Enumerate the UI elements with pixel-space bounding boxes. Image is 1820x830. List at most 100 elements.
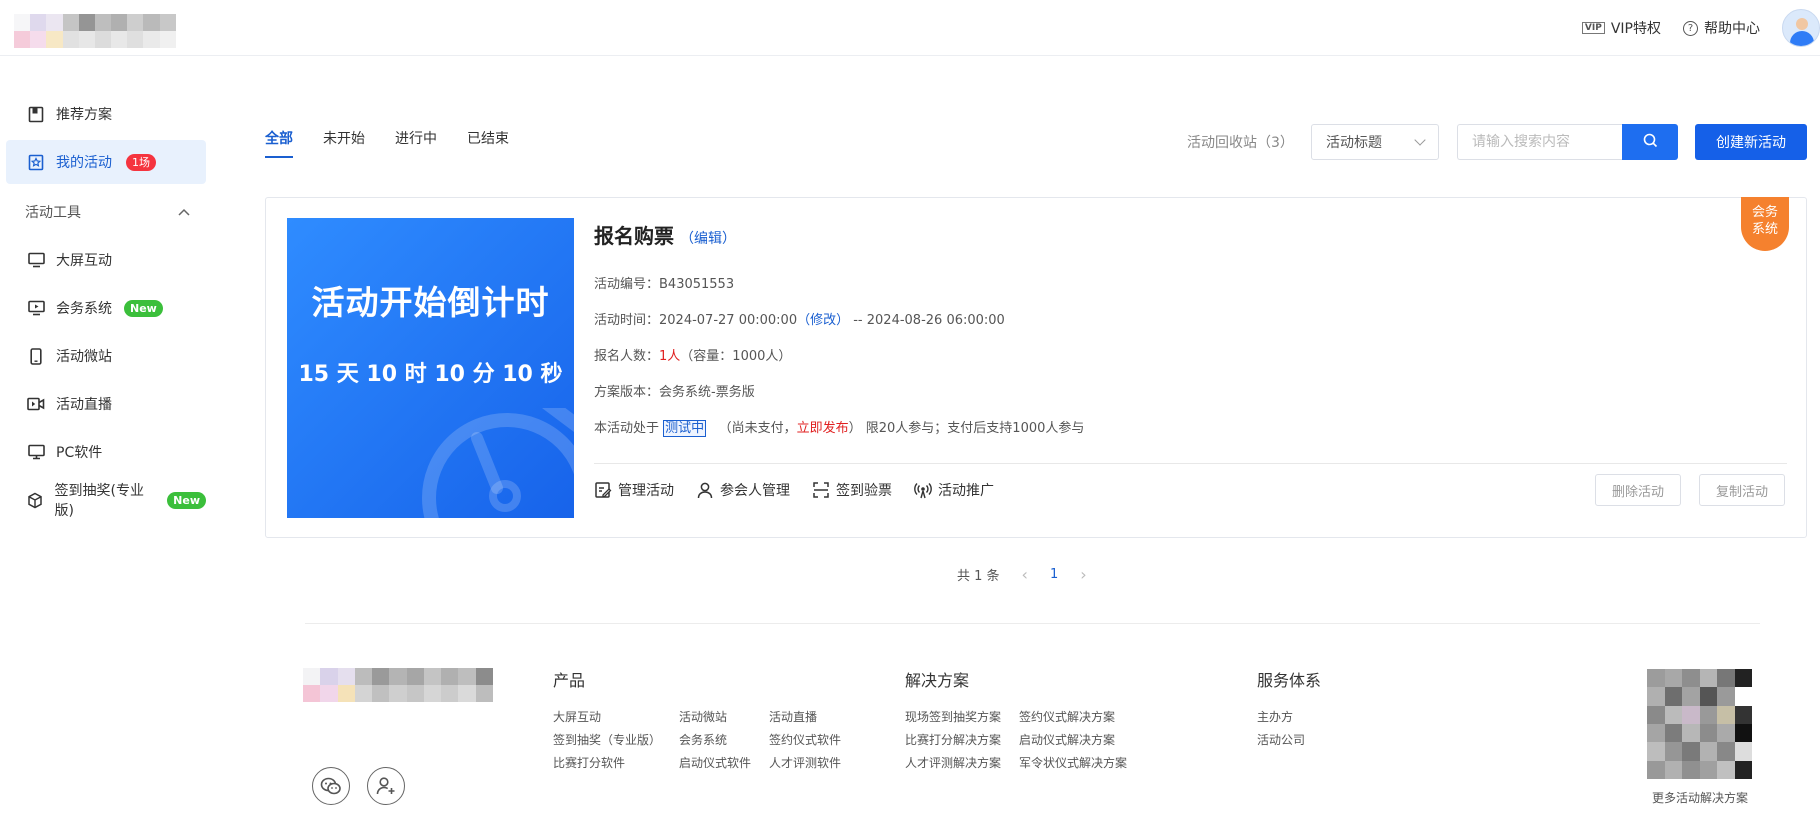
status-paren-close: ） [848, 421, 862, 436]
activity-title-row: 报名购票 （编辑） [594, 220, 736, 249]
sidebar-item-checkin-lottery[interactable]: 签到抽奖(专业版) New [6, 478, 206, 522]
add-user-icon[interactable] [367, 767, 405, 805]
sidebar-item-label: PC软件 [56, 445, 103, 461]
tab-not-started[interactable]: 未开始 [323, 128, 365, 158]
edit-link[interactable]: （编辑） [680, 228, 736, 248]
attendee-management-button[interactable]: 参会人管理 [696, 480, 790, 500]
version-row: 方案版本：会务系统-票务版 [594, 381, 755, 400]
conference-system-ribbon: 会务 系统 [1741, 197, 1789, 251]
action-label: 签到验票 [836, 483, 892, 499]
footer-link[interactable]: 启动仪式解决方案 [1019, 731, 1127, 748]
footer-link[interactable]: 活动公司 [1257, 731, 1305, 748]
footer-services-links: 主办方 活动公司 [1257, 708, 1305, 748]
footer-link[interactable]: 签约仪式解决方案 [1019, 708, 1127, 725]
page-number[interactable]: 1 [1050, 567, 1058, 582]
activity-time-start: 2024-07-27 00:00:00 [659, 313, 798, 328]
footer-link[interactable]: 签约仪式软件 [769, 731, 841, 748]
sidebar-group-activity-tools[interactable]: 活动工具 [25, 197, 190, 227]
tab-all[interactable]: 全部 [265, 128, 293, 158]
footer-link[interactable]: 主办方 [1257, 708, 1305, 725]
footer-link[interactable]: 大屏互动 [553, 708, 661, 725]
search-input[interactable] [1457, 124, 1623, 160]
scan-icon [813, 482, 829, 498]
footer-link[interactable]: 会务系统 [679, 731, 751, 748]
tab-ended[interactable]: 已结束 [467, 128, 509, 158]
activity-poster[interactable]: 活动开始倒计时 15 天 10 时 10 分 10 秒 [287, 218, 574, 518]
video-icon [26, 394, 46, 414]
sidebar-item-big-screen[interactable]: 大屏互动 [6, 238, 206, 282]
poster-title: 活动开始倒计时 [311, 283, 550, 322]
activity-time-end: -- 2024-08-26 06:00:00 [849, 313, 1005, 328]
tab-in-progress[interactable]: 进行中 [395, 128, 437, 158]
version-label: 方案版本： [594, 385, 660, 400]
action-label: 活动推广 [938, 483, 994, 499]
footer-link[interactable]: 签到抽奖（专业版） [553, 731, 661, 748]
activity-count-badge: 1场 [126, 153, 156, 171]
activity-id-row: 活动编号：B43051553 [594, 273, 734, 292]
monitor-icon [26, 250, 46, 270]
help-center-link[interactable]: ? 帮助中心 [1683, 18, 1760, 38]
sidebar-item-my-activities[interactable]: 我的活动 1场 [6, 140, 206, 184]
cube-icon [26, 490, 44, 510]
status-tag: 测试中 [663, 420, 707, 437]
footer-solutions-title: 解决方案 [905, 671, 970, 690]
checkin-ticket-button[interactable]: 签到验票 [812, 480, 892, 500]
copy-activity-button[interactable]: 复制活动 [1699, 474, 1785, 506]
create-activity-button[interactable]: 创建新活动 [1695, 124, 1807, 160]
card-divider [594, 463, 1787, 464]
phone-icon [26, 346, 46, 366]
modify-time-link[interactable]: （修改） [797, 313, 849, 328]
version-value: 会务系统-票务版 [659, 385, 755, 400]
sidebar-item-pc-software[interactable]: PC软件 [6, 430, 206, 474]
sidebar-item-conference[interactable]: 会务系统 New [6, 286, 206, 330]
footer-link[interactable]: 启动仪式软件 [679, 754, 751, 771]
sidebar-item-recommended[interactable]: 推荐方案 [6, 92, 206, 136]
publish-now-link[interactable]: 立即发布 [797, 421, 849, 436]
sidebar-item-live[interactable]: 活动直播 [6, 382, 206, 426]
promotion-button[interactable]: 活动推广 [914, 480, 994, 500]
registration-label: 报名人数： [594, 349, 660, 364]
edit-doc-icon [595, 482, 612, 498]
recycle-bin-link[interactable]: 活动回收站（3） [1187, 132, 1294, 152]
footer-link[interactable]: 军令状仪式解决方案 [1019, 754, 1127, 771]
footer-link[interactable]: 比赛打分软件 [553, 754, 661, 771]
brand-logo[interactable] [14, 14, 192, 48]
search-button[interactable] [1622, 124, 1678, 160]
footer-link[interactable]: 比赛打分解决方案 [905, 731, 1001, 748]
sidebar-item-label: 会务系统 [56, 301, 112, 317]
search-field-select[interactable]: 活动标题 [1311, 124, 1439, 160]
footer-link[interactable]: 人才评测软件 [769, 754, 841, 771]
footer-divider [305, 623, 1760, 624]
sidebar-item-label: 活动直播 [56, 397, 112, 413]
vip-link[interactable]: VIP VIP特权 [1581, 18, 1661, 38]
sidebar-group-label: 活动工具 [25, 205, 81, 221]
activity-id-value: B43051553 [659, 277, 735, 292]
footer-services-title: 服务体系 [1257, 671, 1322, 690]
qr-code [1647, 669, 1752, 779]
chevron-right-icon[interactable]: › [1080, 565, 1086, 584]
new-badge: New [167, 491, 206, 509]
poster-countdown: 15 天 10 时 10 分 10 秒 [298, 362, 563, 387]
vip-icon: VIP [1581, 22, 1605, 34]
pagination: 共 1 条 ‹ 1 › [957, 565, 1087, 584]
capacity-text: （容量：1000人） [680, 349, 792, 364]
wechat-icon[interactable] [312, 767, 350, 805]
footer-link[interactable]: 活动直播 [769, 708, 841, 725]
footer-logo [303, 668, 493, 702]
select-value: 活动标题 [1326, 135, 1382, 151]
footer-products-links: 大屏互动 活动微站 活动直播 签到抽奖（专业版） 会务系统 签约仪式软件 比赛打… [553, 708, 841, 771]
chevron-left-icon[interactable]: ‹ [1022, 565, 1028, 584]
activity-card: 活动开始倒计时 15 天 10 时 10 分 10 秒 报名购票 （编辑） 活动… [265, 197, 1807, 538]
sidebar-item-micro-site[interactable]: 活动微站 [6, 334, 206, 378]
footer-link[interactable]: 人才评测解决方案 [905, 754, 1001, 771]
sidebar-item-label: 签到抽奖(专业版) [54, 483, 144, 519]
sidebar-item-label: 我的活动 [56, 155, 112, 171]
user-avatar[interactable] [1782, 9, 1820, 47]
sidebar-item-label: 活动微站 [56, 349, 112, 365]
manage-activity-button[interactable]: 管理活动 [594, 480, 674, 500]
delete-activity-button[interactable]: 删除活动 [1595, 474, 1681, 506]
footer-link[interactable]: 现场签到抽奖方案 [905, 708, 1001, 725]
chevron-up-icon [178, 204, 190, 220]
qr-caption: 更多活动解决方案 [1652, 791, 1749, 805]
footer-link[interactable]: 活动微站 [679, 708, 751, 725]
